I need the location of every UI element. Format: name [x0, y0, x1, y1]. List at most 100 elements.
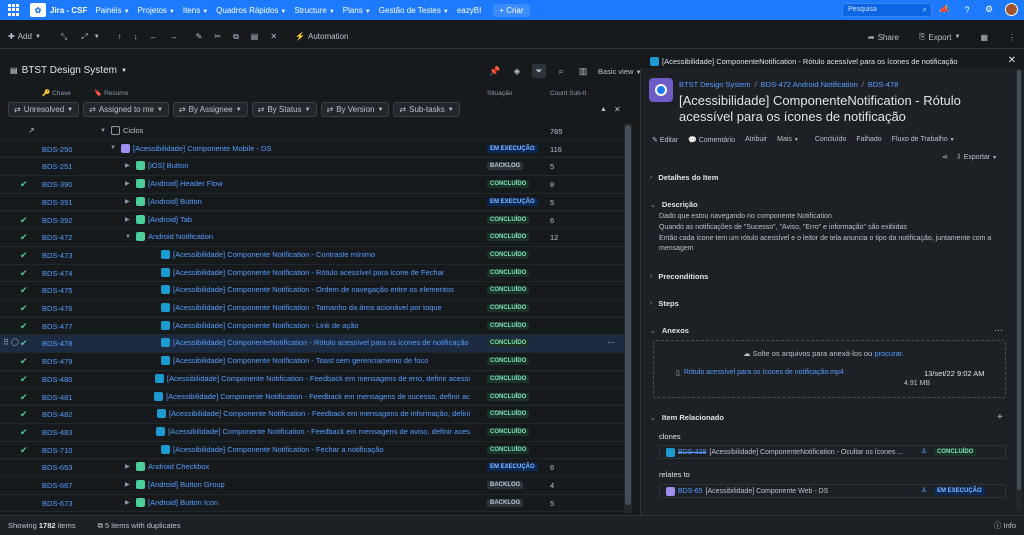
scrollbar-thumb[interactable] [625, 125, 631, 505]
issue-key[interactable]: BDS-250 [42, 145, 72, 154]
issue-key[interactable]: BDS-479 [42, 357, 72, 366]
related-issue-row[interactable]: BDS-65 [Acessibilidade] Componente Web -… [659, 484, 1006, 498]
table-row[interactable]: ✔ BDS-474 [Acessibilidade] Componente Noti… [0, 265, 624, 283]
nav-test-management[interactable]: Gestão de Testes ▼ [379, 6, 449, 15]
chevron-right-icon[interactable]: ▶ [125, 180, 133, 187]
export-button[interactable]: ⎘ Export ▼ [919, 32, 960, 42]
table-row[interactable]: BDS-251 ▶ [iOS] Button BACKLOG 5 [0, 158, 624, 177]
summary-text[interactable]: [Acessibilidade] Componente Notification… [173, 445, 384, 454]
file-name[interactable]: Rótulo acessível para os ícones de notif… [684, 369, 844, 377]
related-key[interactable]: BDS-65 [678, 488, 703, 495]
search-icon[interactable]: ⌕ [554, 64, 568, 78]
issue-key[interactable]: BDS-476 [42, 304, 72, 313]
table-row[interactable]: ↗ ▼ Ciclos 785 [0, 123, 624, 141]
preconditions-section-header[interactable]: › Preconditions [650, 272, 708, 281]
summary-text[interactable]: [Acessibilidade] Componente Notification… [168, 427, 470, 436]
issue-key[interactable]: BDS-653 [42, 463, 72, 472]
nav-boards[interactable]: Quadros Rápidos ▼ [216, 6, 286, 15]
steps-section-header[interactable]: › Steps [650, 299, 679, 308]
summary-text[interactable]: [Acessibilidade] Componente Notification… [169, 409, 470, 418]
summary-text[interactable]: [Android] Button Icon [148, 498, 218, 507]
info-button[interactable]: ⓘ Info [994, 520, 1016, 531]
status-badge[interactable]: CONCLUÍDO [487, 374, 530, 383]
nav-eazybi[interactable]: eazyBI [457, 6, 481, 15]
add-link-icon[interactable]: + [997, 412, 1003, 423]
nav-projects[interactable]: Projetos ▼ [138, 6, 175, 15]
summary-text[interactable]: [iOS] Button [148, 161, 188, 170]
status-badge[interactable]: CONCLUÍDO [487, 215, 530, 224]
issue-key[interactable]: BDS-710 [42, 446, 72, 455]
more-horizontal-icon[interactable]: ⋯ [607, 338, 615, 347]
close-icon[interactable]: ✕ [614, 105, 621, 114]
chevron-down-icon[interactable]: ▼ [94, 34, 100, 40]
status-badge[interactable]: CONCLUÍDO [487, 427, 530, 436]
chevron-down-icon[interactable]: ▼ [125, 234, 133, 240]
status-badge[interactable]: CONCLUÍDO [487, 339, 530, 348]
status-badge[interactable]: BACKLOG [487, 481, 524, 489]
automation-button[interactable]: ⚡ Automation [295, 32, 348, 41]
more-horizontal-icon[interactable]: ⋯ [994, 325, 1003, 336]
issue-key[interactable]: BDS-473 [42, 251, 72, 260]
status-badge[interactable]: CONCLUÍDO [487, 392, 530, 401]
share-icon[interactable]: ⋖ [942, 153, 948, 161]
megaphone-icon[interactable]: 📣 [939, 4, 951, 16]
move-down-icon[interactable]: ↓ [134, 32, 138, 41]
assign-action[interactable]: Atribuir [745, 136, 767, 144]
chevron-right-icon[interactable]: ▶ [125, 216, 133, 223]
summary-text[interactable]: [Acessibilidade] Componente Notification… [173, 250, 375, 259]
paste-icon[interactable]: ▤ [251, 32, 259, 41]
chevron-down-icon[interactable]: ▼ [110, 145, 118, 151]
status-badge[interactable]: CONCLUÍDO [487, 286, 530, 295]
status-badge[interactable]: CONCLUÍDO [487, 304, 530, 312]
chevron-right-icon[interactable]: ▶ [125, 463, 133, 470]
issue-key[interactable]: BDS-474 [42, 269, 72, 278]
status-badge[interactable]: EM EXECUÇÃO [487, 463, 538, 472]
help-icon[interactable]: ? [961, 4, 973, 16]
status-badge[interactable]: CONCLUÍDO [487, 410, 530, 419]
collapse-all-icon[interactable]: ▲ [600, 106, 607, 113]
table-row[interactable]: ✔ BDS-480 [Acessibilidade] Componente Noti… [0, 371, 624, 389]
table-row[interactable]: ✔ ⠿ ◯ BDS-478 [Acessibilidade] ComponenteNot… [0, 335, 624, 354]
status-badge[interactable]: CONCLUÍDO [487, 268, 530, 277]
column-status-header[interactable]: Situação [487, 88, 512, 98]
table-row[interactable]: ✔ BDS-481 [Acessibilidade] Componente Noti… [0, 389, 624, 407]
summary-text[interactable]: [Android] Header Flow [148, 179, 223, 188]
breadcrumb-parent[interactable]: BDS-472 Android Notification [761, 80, 858, 89]
related-key[interactable]: BDS-329 [678, 449, 706, 456]
outdent-icon[interactable]: ⤢ [81, 32, 87, 42]
summary-text[interactable]: [Acessibilidade] Componente Notification… [173, 356, 428, 365]
issue-key[interactable]: BDS-481 [42, 393, 72, 402]
description-body[interactable]: Dado que estou navegando no componente N… [659, 212, 999, 255]
search-input[interactable]: Pesquisa ⌕ [842, 3, 932, 17]
issue-key[interactable]: BDS-475 [42, 286, 72, 295]
nav-issues[interactable]: Itens ▼ [183, 6, 208, 15]
issue-key[interactable]: BDS-673 [42, 499, 72, 508]
move-up-icon[interactable]: ↑ [118, 32, 122, 41]
summary-text[interactable]: [Acessibilidade] ComponenteNotification … [173, 338, 469, 347]
issue-key[interactable]: BDS-667 [42, 481, 72, 490]
summary-text[interactable]: Android Checkbox [148, 462, 209, 471]
move-left-icon[interactable]: ← [150, 32, 158, 41]
table-row[interactable]: BDS-250 ▼ [Acessibilidade] Componente Mobi… [0, 141, 624, 159]
chevron-right-icon[interactable]: ▶ [125, 499, 133, 506]
structure-selector[interactable]: ▤ BTST Design System ▼ [10, 65, 127, 76]
table-row[interactable]: BDS-667 ▶ [Android] Button Group BACKLOG 4 [0, 477, 624, 495]
status-badge[interactable]: CONCLUÍDO [487, 233, 530, 242]
create-button[interactable]: + Criar [493, 3, 530, 17]
edit-icon[interactable]: ✎ [196, 32, 203, 41]
delete-icon[interactable]: ✕ [270, 32, 277, 41]
columns-icon[interactable]: ▥ [576, 64, 590, 78]
column-summary-header[interactable]: 🔖 Resumo [94, 88, 128, 98]
column-key-header[interactable]: 🔑 Chave [42, 88, 71, 98]
table-row[interactable]: ✔ BDS-473 [Acessibilidade] Componente Noti… [0, 247, 624, 265]
status-badge[interactable]: CONCLUÍDO [487, 321, 530, 330]
summary-text[interactable]: [Acessibilidade] Componente Notification… [173, 303, 442, 312]
status-badge[interactable]: CONCLUÍDO [487, 250, 530, 259]
comment-action[interactable]: 💬 Comentário [688, 136, 735, 144]
summary-text[interactable]: [Acessibilidade] Componente Mobile - DS [133, 144, 271, 153]
table-row[interactable]: ✔ BDS-392 ▶ [Android] Tab CONCLUÍDO 6 [0, 212, 624, 230]
summary-text[interactable]: [Android] Button [148, 197, 202, 206]
table-row[interactable]: ✔ BDS-477 [Acessibilidade] Componente Noti… [0, 318, 624, 336]
filter-unresolved[interactable]: ⇄ Unresolved ▼ [8, 102, 80, 117]
cut-icon[interactable]: ✂ [214, 32, 221, 41]
